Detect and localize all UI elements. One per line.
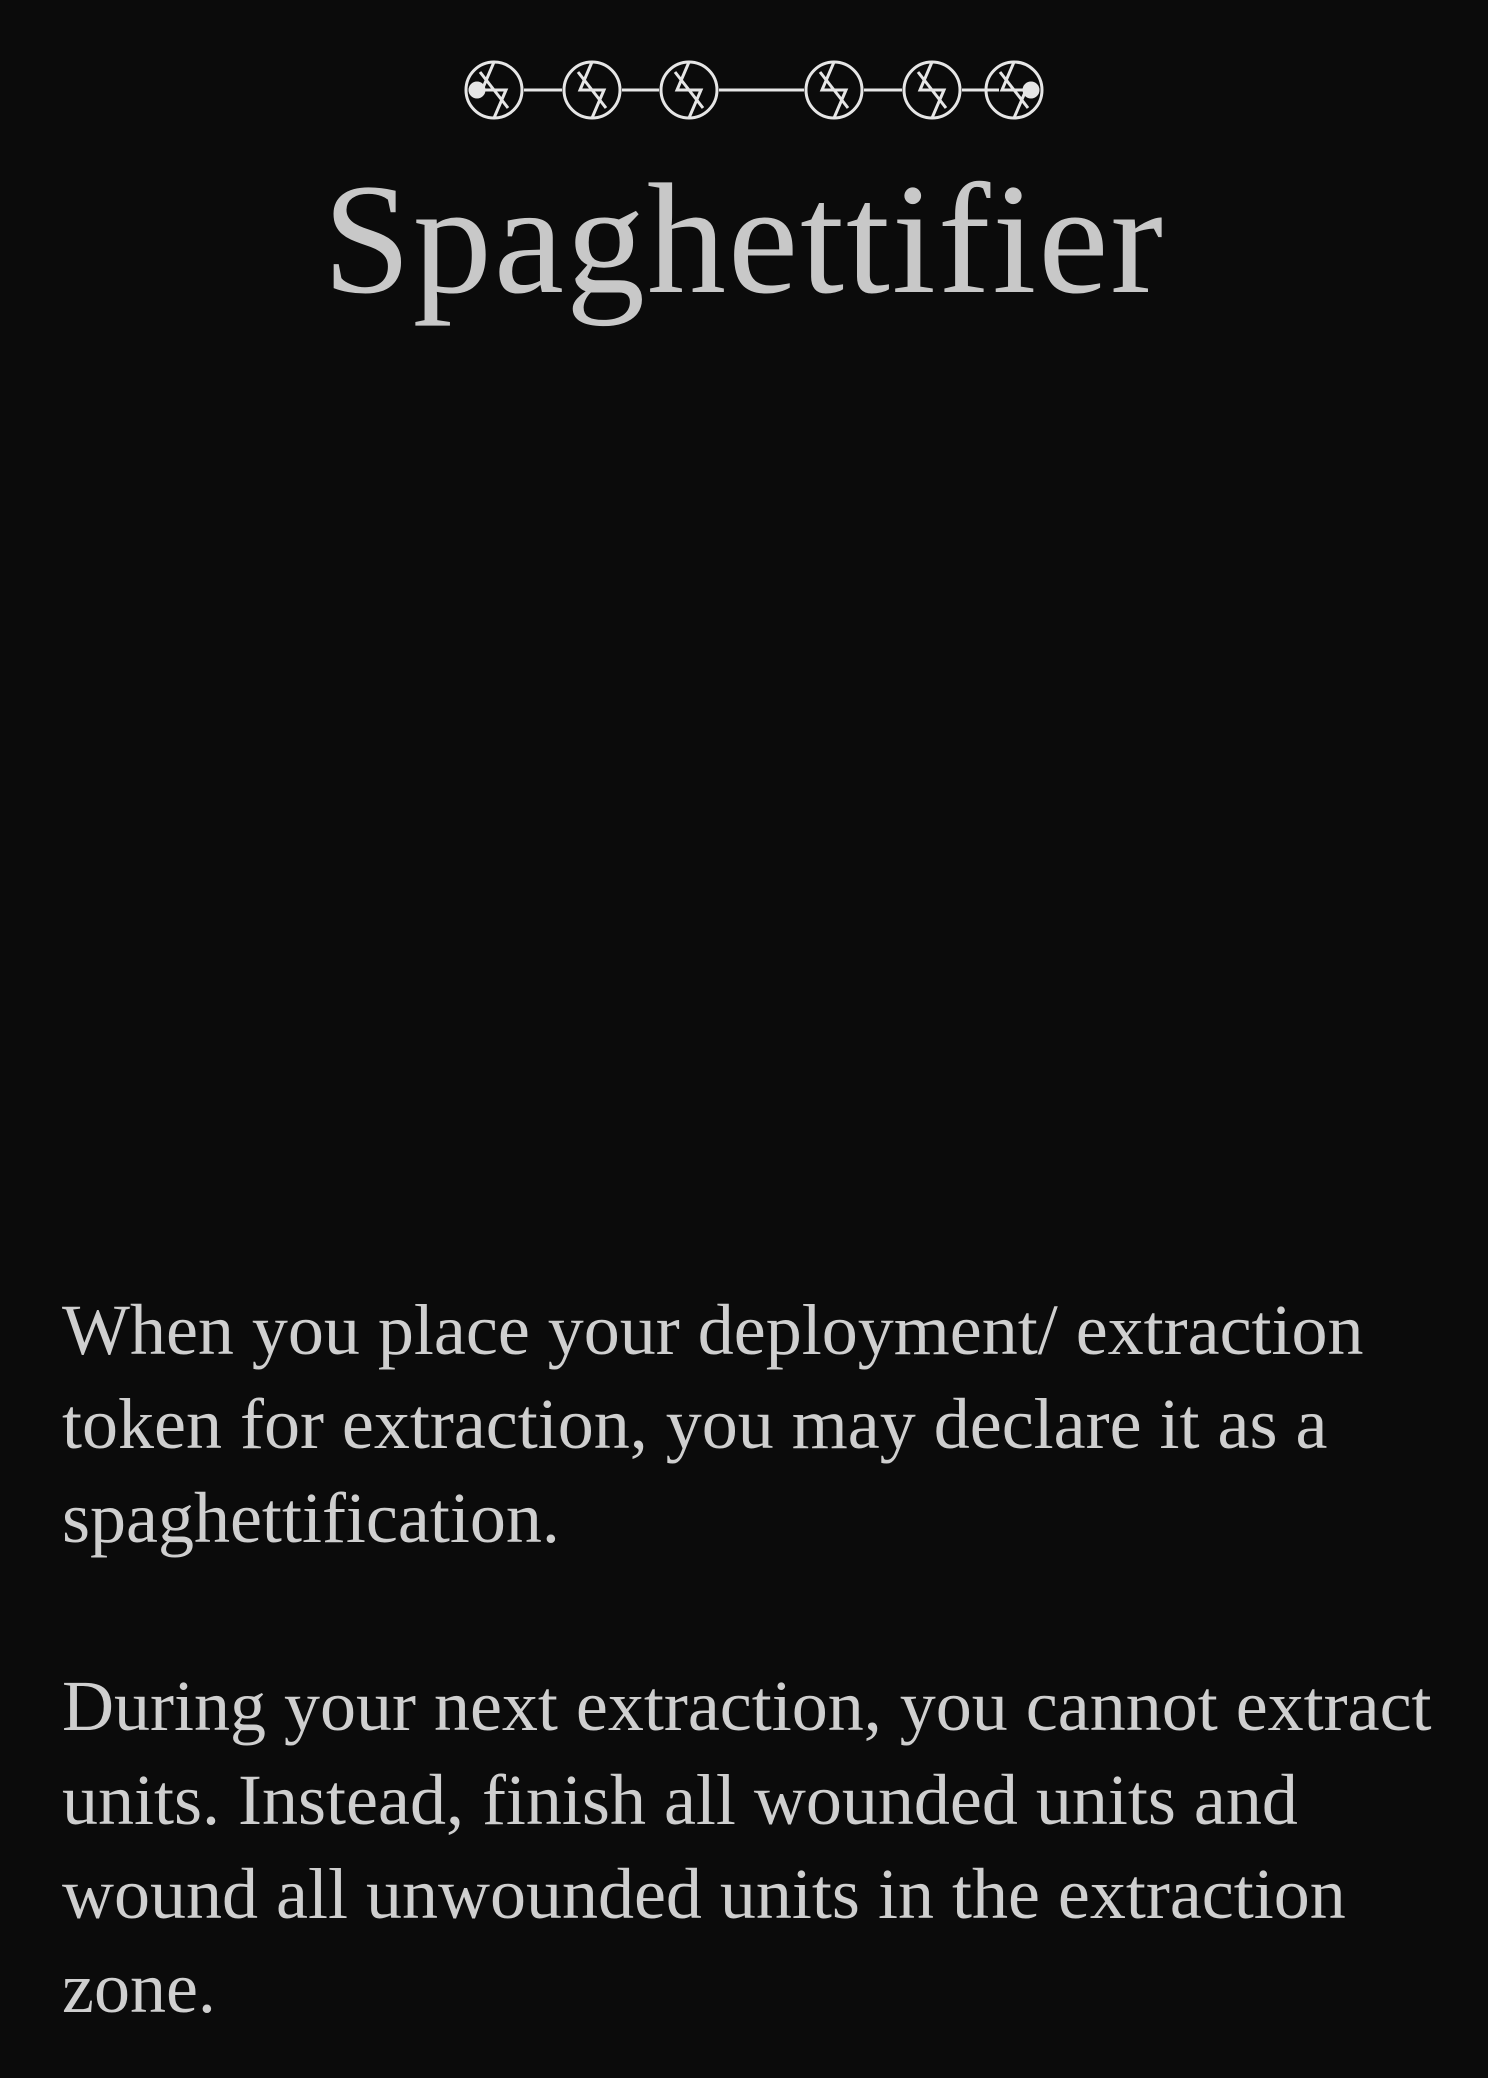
ornament-divider [0,50,1488,130]
rune-divider-icon [464,60,1044,120]
card-title: Spaghettifier [322,152,1166,327]
card-description: When you place your deployment/ extracti… [62,1283,1442,2035]
description-paragraph-2: During your next extraction, you cannot … [62,1666,1432,2028]
description-paragraph-1: When you place your deployment/ extracti… [62,1290,1364,1558]
ability-card: Spaghettifier When you place your deploy… [0,0,1488,2078]
